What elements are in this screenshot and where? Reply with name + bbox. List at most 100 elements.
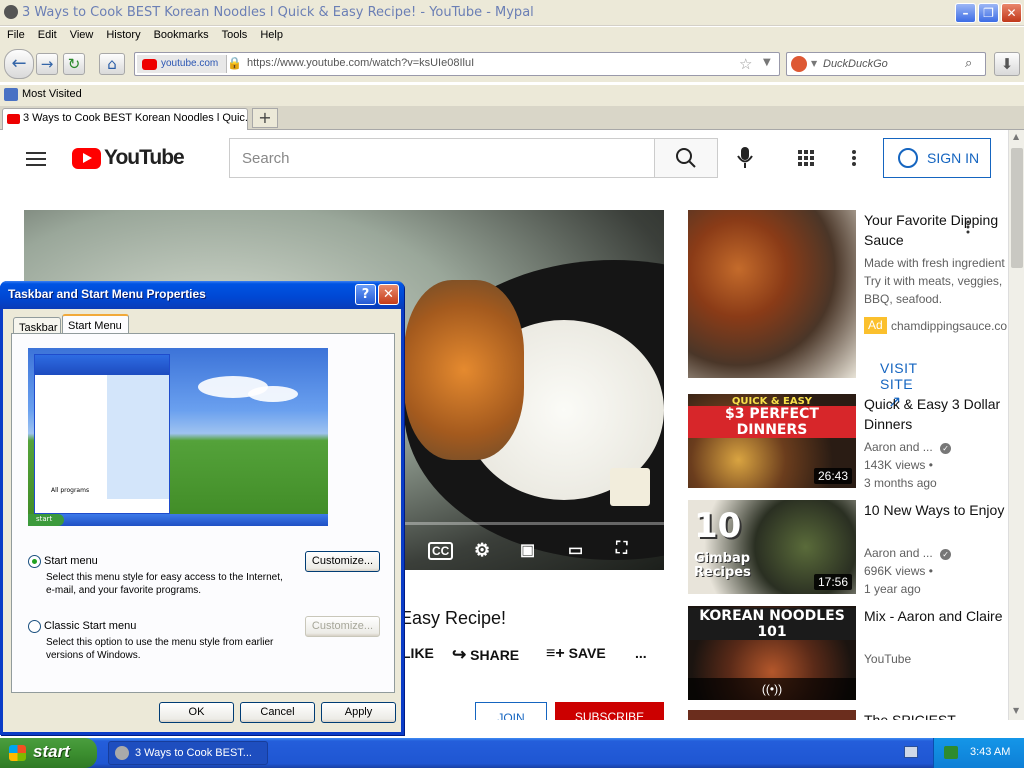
mix-radio-icon: ((•)) [688,678,856,700]
youtube-logo-icon[interactable] [72,148,101,169]
search-go-icon[interactable]: ⌕ [965,56,972,71]
join-button[interactable]: JOIN [475,702,547,720]
start-menu-tab-panel: All programs start Start menu Select thi… [11,333,395,693]
sign-in-button[interactable]: SIGN IN [883,138,991,178]
network-icon[interactable] [944,746,958,759]
restore-button[interactable]: ❐ [978,3,999,23]
guide-menu-icon[interactable] [26,152,46,167]
ad-menu-icon[interactable] [966,220,970,234]
close-icon[interactable]: ✕ [378,284,399,305]
preview-start-menu: All programs [34,354,170,514]
keyboard-icon[interactable] [904,746,918,758]
youtube-search-button[interactable] [654,138,718,178]
home-icon[interactable]: ⌂ [99,53,125,75]
site-identity-label: youtube.com [161,58,219,69]
menu-view[interactable]: View [63,27,100,41]
menu-bar: File Edit View History Bookmarks Tools Help [0,27,1024,46]
help-icon[interactable]: ? [355,284,376,305]
more-actions-button[interactable]: ... [635,645,647,661]
menu-file[interactable]: File [0,27,31,41]
youtube-favicon [7,114,20,124]
url-dropdown-icon[interactable]: ▼ [763,57,771,68]
ad-thumbnail[interactable] [688,210,856,378]
close-button[interactable]: ✕ [1001,3,1022,23]
windows-taskbar: start 3 Ways to Cook BEST... 3:43 AM [0,738,1024,768]
browser-tab-active[interactable]: 3 Ways to Cook BEST Korean Noodles l Qui… [2,108,248,130]
search-bar[interactable]: ▼ DuckDuckGo ⌕ [786,52,986,76]
miniplayer-icon[interactable]: ▣ [520,540,535,560]
channel-name[interactable]: Aaron and ... ✓ [864,438,952,456]
video-thumbnail[interactable]: QUICK & EASY $3 PERFECT DINNERS 26:43 [688,394,856,488]
classic-start-menu-description: Select this option to use the menu style… [46,637,274,661]
mypal-app-icon [4,5,18,19]
menu-edit[interactable]: Edit [31,27,63,41]
cancel-button[interactable]: Cancel [240,702,315,723]
browser-titlebar: 3 Ways to Cook BEST Korean Noodles l Qui… [0,0,1024,26]
address-bar[interactable]: youtube.com 🔒 https://www.youtube.com/wa… [134,52,780,76]
video-thumbnail[interactable] [688,710,856,720]
apps-grid-icon[interactable] [798,150,816,168]
settings-dots-icon[interactable] [851,150,857,168]
scrollbar-thumb[interactable] [1011,148,1023,268]
start-button[interactable]: start [0,738,97,768]
settings-gear-icon[interactable]: ⚙ [474,540,490,561]
video-thumbnail[interactable]: 10 Gimbap Recipes 17:56 [688,500,856,594]
clock[interactable]: 3:43 AM [970,746,1010,758]
bookmark-most-visited[interactable]: Most Visited [4,88,82,101]
ad-description: Made with fresh ingredient [864,256,1005,270]
preview-start-button: start [28,514,64,526]
engine-dropdown-icon[interactable]: ▼ [811,59,817,68]
start-menu-radio[interactable] [28,555,41,568]
save-label: SAVE [568,645,606,661]
youtube-wordmark[interactable]: YouTube [104,146,185,170]
subscribe-button[interactable]: SUBSCRIBE [555,702,664,720]
bookmark-star-icon[interactable]: ☆ [739,55,752,73]
url-text[interactable]: https://www.youtube.com/watch?v=ksUIe08I… [247,57,474,69]
apply-button[interactable]: Apply [321,702,396,723]
channel-name[interactable]: YouTube [864,650,911,668]
video-title[interactable]: Quick & Easy 3 Dollar Dinners [864,394,1008,434]
channel-watermark-icon[interactable] [610,468,650,506]
dialog-title: Taskbar and Start Menu Properties [8,287,206,301]
youtube-search-input[interactable]: Search [229,138,655,178]
video-thumbnail[interactable]: KOREAN NOODLES 101 ((•)) [688,606,856,700]
theater-mode-icon[interactable]: ▭ [568,540,583,560]
captions-icon[interactable]: CC [428,542,454,560]
menu-history[interactable]: History [99,27,146,41]
back-arrow-icon[interactable]: ← [4,49,34,79]
duckduckgo-icon[interactable] [791,56,807,72]
view-count: 696K views • [864,564,933,578]
classic-start-menu-radio[interactable] [28,620,41,633]
downloads-icon[interactable]: ⬇ [994,52,1020,76]
scroll-down-icon[interactable]: ▼ [1013,706,1019,715]
share-button[interactable]: ↪ SHARE [452,645,519,665]
video-title[interactable]: Mix - Aaron and Claire [864,606,1008,626]
ad-title[interactable]: Your Favorite Dipping Sauce [864,210,1008,250]
ok-button[interactable]: OK [159,702,234,723]
fullscreen-icon[interactable]: ⛶ [616,540,627,558]
save-button[interactable]: ≡+ SAVE [546,645,606,663]
like-button[interactable]: LIKE [402,645,434,661]
page-scrollbar[interactable]: ▲ ▼ [1008,130,1024,720]
reload-icon[interactable]: ↻ [63,53,85,75]
channel-name[interactable]: Aaron and ... ✓ [864,544,952,562]
forward-arrow-icon[interactable]: → [36,53,58,75]
system-tray: 3:43 AM [933,738,1024,768]
video-title[interactable]: 10 New Ways to Enjoy [864,500,1008,520]
video-title[interactable]: The SPICIEST [864,710,1008,720]
microphone-icon[interactable] [737,147,753,169]
taskbar-window-button[interactable]: 3 Ways to Cook BEST... [108,741,268,765]
start-menu-label[interactable]: Start menu [44,555,98,567]
classic-start-menu-label[interactable]: Classic Start menu [44,620,136,632]
minimize-button[interactable]: – [955,3,976,23]
mypal-app-icon [115,746,129,760]
scroll-up-icon[interactable]: ▲ [1013,132,1019,141]
customize-button[interactable]: Customize... [305,551,380,572]
site-identity[interactable]: youtube.com [137,55,228,73]
menu-tools[interactable]: Tools [215,27,254,41]
menu-help[interactable]: Help [253,27,289,41]
view-count: 143K views • [864,458,933,472]
new-tab-button[interactable]: + [252,108,278,128]
dialog-titlebar[interactable]: Taskbar and Start Menu Properties ? ✕ [0,281,404,309]
menu-bookmarks[interactable]: Bookmarks [147,27,215,41]
